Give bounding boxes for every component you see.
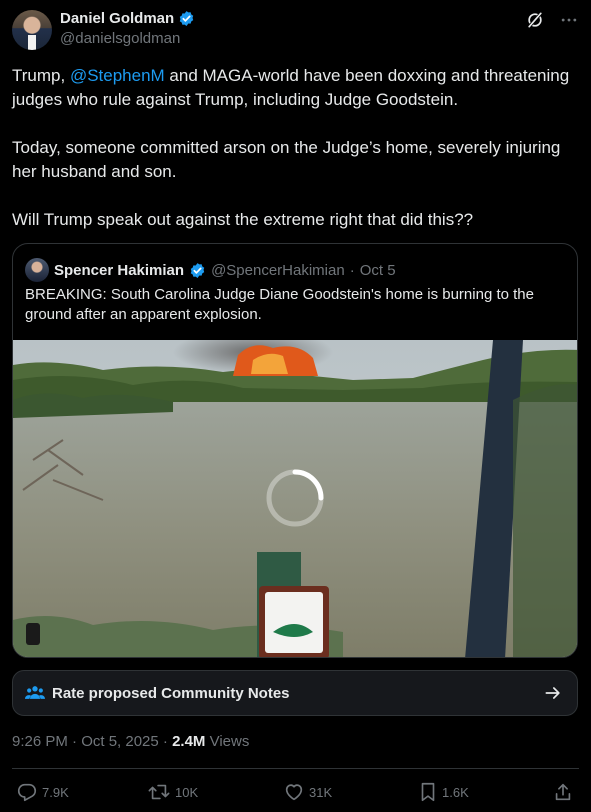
video-frame <box>13 340 577 657</box>
quoted-tweet-header: Spencer Hakimian @SpencerHakimian · Oct … <box>25 258 396 282</box>
repost-button[interactable]: 10K <box>147 781 198 803</box>
bookmark-button[interactable]: 1.6K <box>418 781 469 803</box>
author-name-row: Daniel Goldman <box>60 10 195 27</box>
like-count: 31K <box>309 784 333 800</box>
tweet-paragraph-1: Trump, @StephenM and MAGA-world have bee… <box>12 64 580 112</box>
repost-count: 10K <box>175 784 199 800</box>
tweet-text-segment: Trump, <box>12 66 70 85</box>
views-label: Views <box>205 733 250 750</box>
repost-icon <box>147 781 171 803</box>
quoted-avatar[interactable] <box>25 258 49 282</box>
tweet-meta: 9:26 PM · Oct 5, 2025 · 2.4M Views <box>12 733 249 750</box>
reply-button[interactable]: 7.9K <box>16 781 69 803</box>
grok-icon[interactable] <box>525 10 545 30</box>
verified-badge-icon <box>178 10 195 27</box>
tweet-paragraph-2: Today, someone committed arson on the Ju… <box>12 138 561 181</box>
video-player[interactable] <box>13 340 577 657</box>
like-icon <box>283 781 305 803</box>
tweet-paragraph-3: Will Trump speak out against the extreme… <box>12 210 474 229</box>
timestamp[interactable]: 9:26 PM · Oct 5, 2025 · <box>12 733 172 750</box>
share-icon <box>553 781 573 803</box>
tweet-text: Trump, @StephenM and MAGA-world have bee… <box>12 64 580 256</box>
arrow-right-icon[interactable] <box>543 683 563 703</box>
bookmark-icon <box>418 781 438 803</box>
avatar[interactable] <box>12 10 52 50</box>
bookmark-count: 1.6K <box>442 784 469 800</box>
action-bar: 7.9K 10K 31K 1.6K <box>12 781 579 805</box>
share-button[interactable] <box>553 781 573 803</box>
quoted-tweet-text: BREAKING: South Carolina Judge Diane Goo… <box>25 286 534 323</box>
views-count: 2.4M <box>172 733 206 750</box>
author-name[interactable]: Daniel Goldman <box>60 10 174 27</box>
header-actions <box>525 10 579 30</box>
quoted-tweet[interactable]: Spencer Hakimian @SpencerHakimian · Oct … <box>12 243 578 658</box>
divider <box>12 768 579 769</box>
tweet-header: Daniel Goldman @danielsgoldman <box>12 10 579 50</box>
separator-dot: · <box>349 261 355 279</box>
community-notes-bar[interactable]: Rate proposed Community Notes <box>12 670 578 716</box>
mention-link[interactable]: @StephenM <box>70 66 165 85</box>
verified-badge-icon <box>189 262 206 279</box>
community-notes-label[interactable]: Rate proposed Community Notes <box>52 685 290 702</box>
reply-icon <box>16 781 38 803</box>
quoted-author-name[interactable]: Spencer Hakimian <box>54 262 184 279</box>
like-button[interactable]: 31K <box>283 781 332 803</box>
author-handle[interactable]: @danielsgoldman <box>60 30 180 47</box>
community-notes-icon <box>25 684 45 702</box>
reply-count: 7.9K <box>42 784 69 800</box>
quoted-date[interactable]: Oct 5 <box>360 262 396 279</box>
more-icon[interactable] <box>559 10 579 30</box>
quoted-author-handle[interactable]: @SpencerHakimian <box>211 262 345 279</box>
